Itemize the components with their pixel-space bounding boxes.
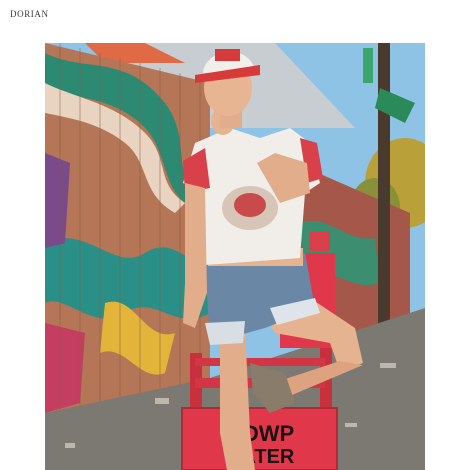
red-box: [310, 231, 330, 251]
site-logo[interactable]: DORIAN: [10, 9, 49, 19]
photo-scene: L DWP WATER: [45, 43, 425, 470]
utility-pole: [378, 43, 390, 323]
mural-magenta: [45, 323, 85, 413]
page: DORIAN L DWP WATER: [0, 0, 470, 470]
editorial-photo: L DWP WATER: [45, 43, 425, 470]
